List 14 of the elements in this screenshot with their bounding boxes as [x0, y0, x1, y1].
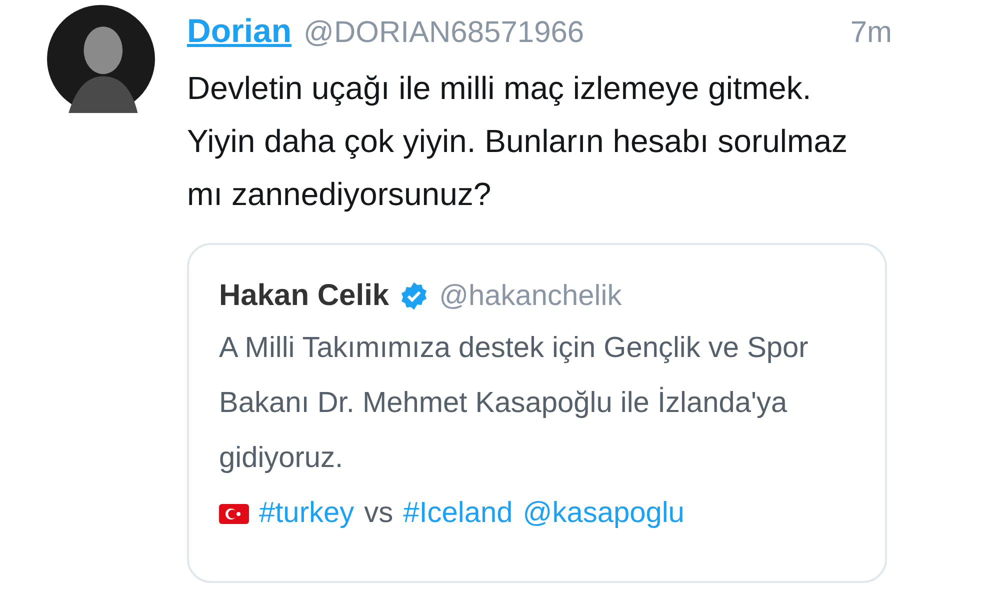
tweet-text: Devletin uçağı ile milli maç izlemeye gitmek. Yiyin daha çok yiyin. Bunların hesabı sorulmaz mı zannediyorsunuz?: [187, 69, 848, 214]
tweet-time: 7m: [850, 16, 892, 50]
hashtag-link[interactable]: #Iceland: [403, 486, 513, 541]
quoted-author-handle: @hakanchelik: [439, 280, 622, 312]
hashtag-link[interactable]: #turkey: [259, 486, 354, 541]
tag-separator: vs: [364, 496, 394, 531]
avatar[interactable]: [47, 5, 155, 113]
author-handle: @DORIAN68571966: [304, 16, 584, 50]
hashtag-link[interactable]: @kasapoglu: [522, 486, 684, 541]
quoted-tweet-text: A Milli Takımımıza destek için Gençlik ve Spor Bakanı Dr. Mehmet Kasapoğlu ile İzlanda'ya gidiyoruz.: [219, 331, 810, 476]
quoted-tweet-card[interactable]: Hakan Celik @hakanchelik A Milli Takımımıza destek için Gençlik ve Spor Bakanı Dr. Mehmet Kasapoğlu ile İzlanda'ya gidiyoruz. #turkey vs #Iceland @kasapoglu: [187, 243, 887, 583]
quoted-author-name: Hakan Celik: [219, 279, 390, 313]
author-name[interactable]: Dorian: [187, 12, 292, 50]
flag-icon: [219, 504, 249, 524]
